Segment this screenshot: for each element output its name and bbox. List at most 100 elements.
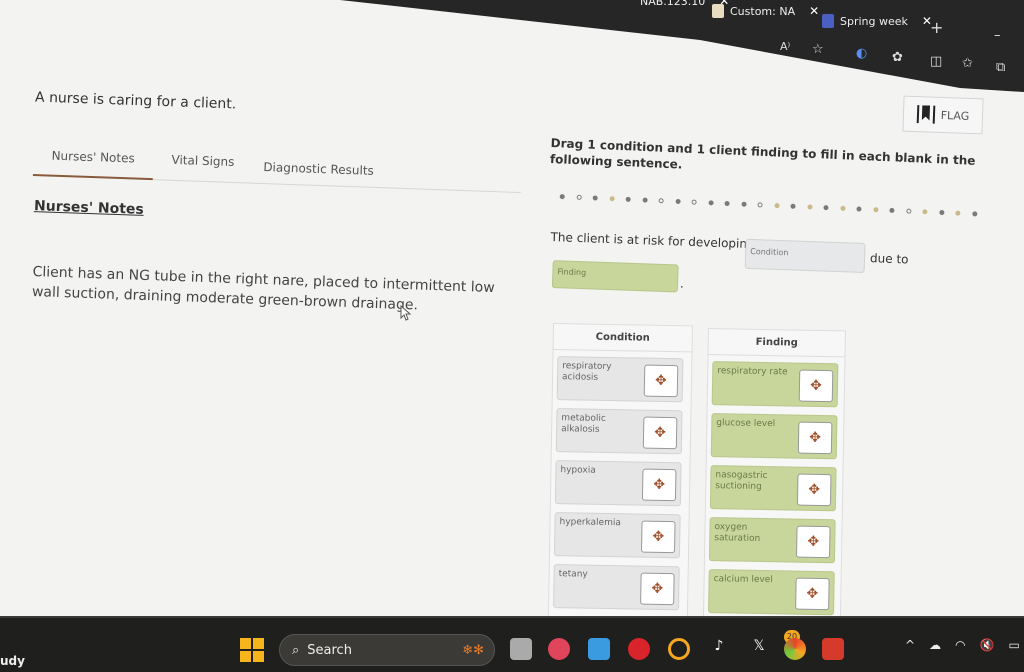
progress-dot bbox=[707, 200, 714, 206]
tab-nurses-notes[interactable]: Nurses' Notes bbox=[51, 149, 135, 166]
new-tab-button[interactable]: + bbox=[930, 18, 943, 37]
condition-card[interactable]: metabolic alkalosis ✥ bbox=[555, 408, 683, 455]
volume-muted-icon[interactable]: 🔇 bbox=[980, 638, 995, 652]
progress-dot bbox=[823, 205, 829, 211]
finding-card[interactable]: glucose level ✥ bbox=[710, 413, 838, 460]
finding-card[interactable]: calcium level ✥ bbox=[708, 569, 835, 616]
progress-dot bbox=[872, 207, 879, 213]
progress-dot bbox=[691, 199, 697, 205]
notes-body: Client has an NG tube in the right nare,… bbox=[31, 263, 495, 314]
progress-dot bbox=[922, 209, 928, 215]
extensions-icon[interactable]: ✿ bbox=[892, 50, 903, 65]
finding-drop-zone[interactable]: Finding bbox=[551, 260, 679, 293]
finding-card[interactable]: nasogastric suctioning ✥ bbox=[709, 465, 837, 512]
task-view-icon[interactable] bbox=[510, 638, 532, 660]
drag-handle-icon[interactable]: ✥ bbox=[641, 468, 677, 502]
weather-widget[interactable]: udy bbox=[0, 654, 25, 668]
start-button[interactable] bbox=[240, 638, 264, 662]
drag-handle-icon[interactable]: ✥ bbox=[796, 473, 832, 507]
progress-dot bbox=[740, 201, 747, 207]
question-stem: A nurse is caring for a client. bbox=[34, 89, 237, 113]
collections-icon[interactable]: ⧉ bbox=[996, 60, 1005, 75]
drag-handle-icon[interactable]: ✥ bbox=[798, 369, 834, 403]
progress-dot bbox=[955, 210, 961, 216]
finding-card-label: calcium level bbox=[713, 574, 773, 586]
edge-icon[interactable] bbox=[784, 638, 806, 660]
browser-tab-spring[interactable]: Spring week ✕ bbox=[822, 14, 932, 28]
condition-card[interactable]: tetany ✥ bbox=[553, 564, 680, 611]
tab-label: NAB.123.10 bbox=[640, 0, 706, 8]
drag-handle-icon[interactable]: ✥ bbox=[642, 416, 678, 450]
tab-vital-signs[interactable]: Vital Signs bbox=[171, 153, 234, 169]
drag-handle-icon[interactable]: ✥ bbox=[796, 525, 831, 559]
search-icon: ⌕ bbox=[292, 642, 300, 658]
sentence-text-2: due to bbox=[869, 251, 909, 267]
progress-dot bbox=[757, 202, 763, 208]
drag-handle-icon[interactable]: ✥ bbox=[795, 577, 830, 611]
flag-label: FLAG bbox=[940, 108, 970, 123]
progress-dot bbox=[938, 209, 944, 216]
alexa-icon[interactable] bbox=[668, 638, 690, 660]
file-explorer-icon[interactable] bbox=[588, 638, 610, 660]
condition-card-label: tetany bbox=[558, 569, 588, 580]
drag-handle-icon[interactable]: ✥ bbox=[641, 520, 676, 554]
x-icon[interactable]: 𝕏 bbox=[748, 638, 770, 660]
pdf-icon bbox=[822, 14, 834, 28]
condition-column: Condition respiratory acidosis ✥ metabolic… bbox=[547, 323, 693, 616]
progress-dot bbox=[609, 196, 615, 202]
drag-handle-icon[interactable]: ✥ bbox=[640, 572, 675, 606]
onedrive-icon[interactable]: ☁ bbox=[929, 638, 941, 652]
office-icon[interactable] bbox=[822, 638, 844, 660]
show-hidden-icon[interactable]: ^ bbox=[905, 638, 915, 652]
exam-page: A nurse is caring for a client. Nurses' … bbox=[0, 0, 1024, 616]
progress-dot bbox=[806, 204, 813, 210]
progress-dot bbox=[889, 207, 895, 214]
finding-card[interactable]: oxygen saturation ✥ bbox=[708, 517, 836, 564]
taskbar: udy ⌕ Search ❄✻ ♪ 𝕏 20 ^ ☁ ◠ 🔇 ▭ bbox=[0, 616, 1024, 672]
tab-diagnostic-results[interactable]: Diagnostic Results bbox=[263, 160, 374, 178]
copilot-icon[interactable]: ◐ bbox=[856, 46, 867, 61]
battery-icon[interactable]: ▭ bbox=[1009, 638, 1020, 652]
condition-header: Condition bbox=[553, 324, 692, 353]
condition-card[interactable]: respiratory acidosis ✥ bbox=[556, 356, 684, 403]
close-tab-icon[interactable]: ✕ bbox=[809, 4, 819, 18]
progress-dot bbox=[675, 198, 681, 205]
sentence-text-1: The client is at risk for developing bbox=[550, 229, 755, 252]
finding-card[interactable]: respiratory rate ✥ bbox=[711, 361, 839, 408]
browser-tab-custom[interactable]: Custom: NA ✕ bbox=[712, 4, 819, 18]
progress-dot bbox=[839, 205, 846, 211]
favorite-star-icon[interactable]: ☆ bbox=[812, 42, 824, 57]
system-tray: ^ ☁ ◠ 🔇 ▭ bbox=[905, 638, 1020, 652]
condition-card-label: hypoxia bbox=[560, 465, 596, 476]
wifi-icon[interactable]: ◠ bbox=[955, 638, 965, 652]
finding-card-label: oxygen saturation bbox=[714, 522, 761, 544]
progress-dot bbox=[971, 211, 977, 217]
condition-card-label: respiratory acidosis bbox=[561, 361, 612, 383]
condition-card[interactable]: hypoxia ✥ bbox=[554, 460, 682, 507]
progress-dot bbox=[559, 193, 565, 200]
finding-card-label: respiratory rate bbox=[717, 366, 788, 378]
finding-card-label: glucose level bbox=[716, 418, 776, 430]
drag-handle-icon[interactable]: ✥ bbox=[797, 421, 833, 455]
progress-dot bbox=[724, 200, 730, 207]
finding-card-label: nasogastric suctioning bbox=[715, 470, 768, 492]
tab-label: Custom: NA bbox=[730, 4, 796, 18]
taskbar-search[interactable]: ⌕ Search ❄✻ bbox=[279, 634, 495, 666]
instructions: Drag 1 condition and 1 client finding to… bbox=[549, 135, 976, 172]
tiktok-icon[interactable]: ♪ bbox=[708, 638, 730, 660]
meet-icon[interactable] bbox=[548, 638, 570, 660]
condition-drop-zone[interactable]: Condition bbox=[744, 238, 866, 273]
split-screen-icon[interactable]: ◫ bbox=[930, 54, 942, 69]
favorites-icon[interactable]: ✩ bbox=[962, 56, 973, 71]
minimize-button[interactable]: – bbox=[994, 28, 1001, 43]
flag-button[interactable]: FLAG bbox=[902, 95, 984, 135]
active-tab-indicator bbox=[32, 173, 153, 181]
drop-sentence: The client is at risk for developing Con… bbox=[550, 226, 931, 293]
condition-card[interactable]: hyperkalemia ✥ bbox=[553, 512, 681, 559]
search-app-icon[interactable] bbox=[628, 638, 650, 660]
progress-dots bbox=[559, 190, 989, 222]
drag-handle-icon[interactable]: ✥ bbox=[643, 364, 679, 398]
bookmark-icon bbox=[916, 105, 936, 124]
read-aloud-icon[interactable]: A⁾ bbox=[780, 40, 790, 53]
tab-label: Spring week bbox=[840, 14, 908, 28]
